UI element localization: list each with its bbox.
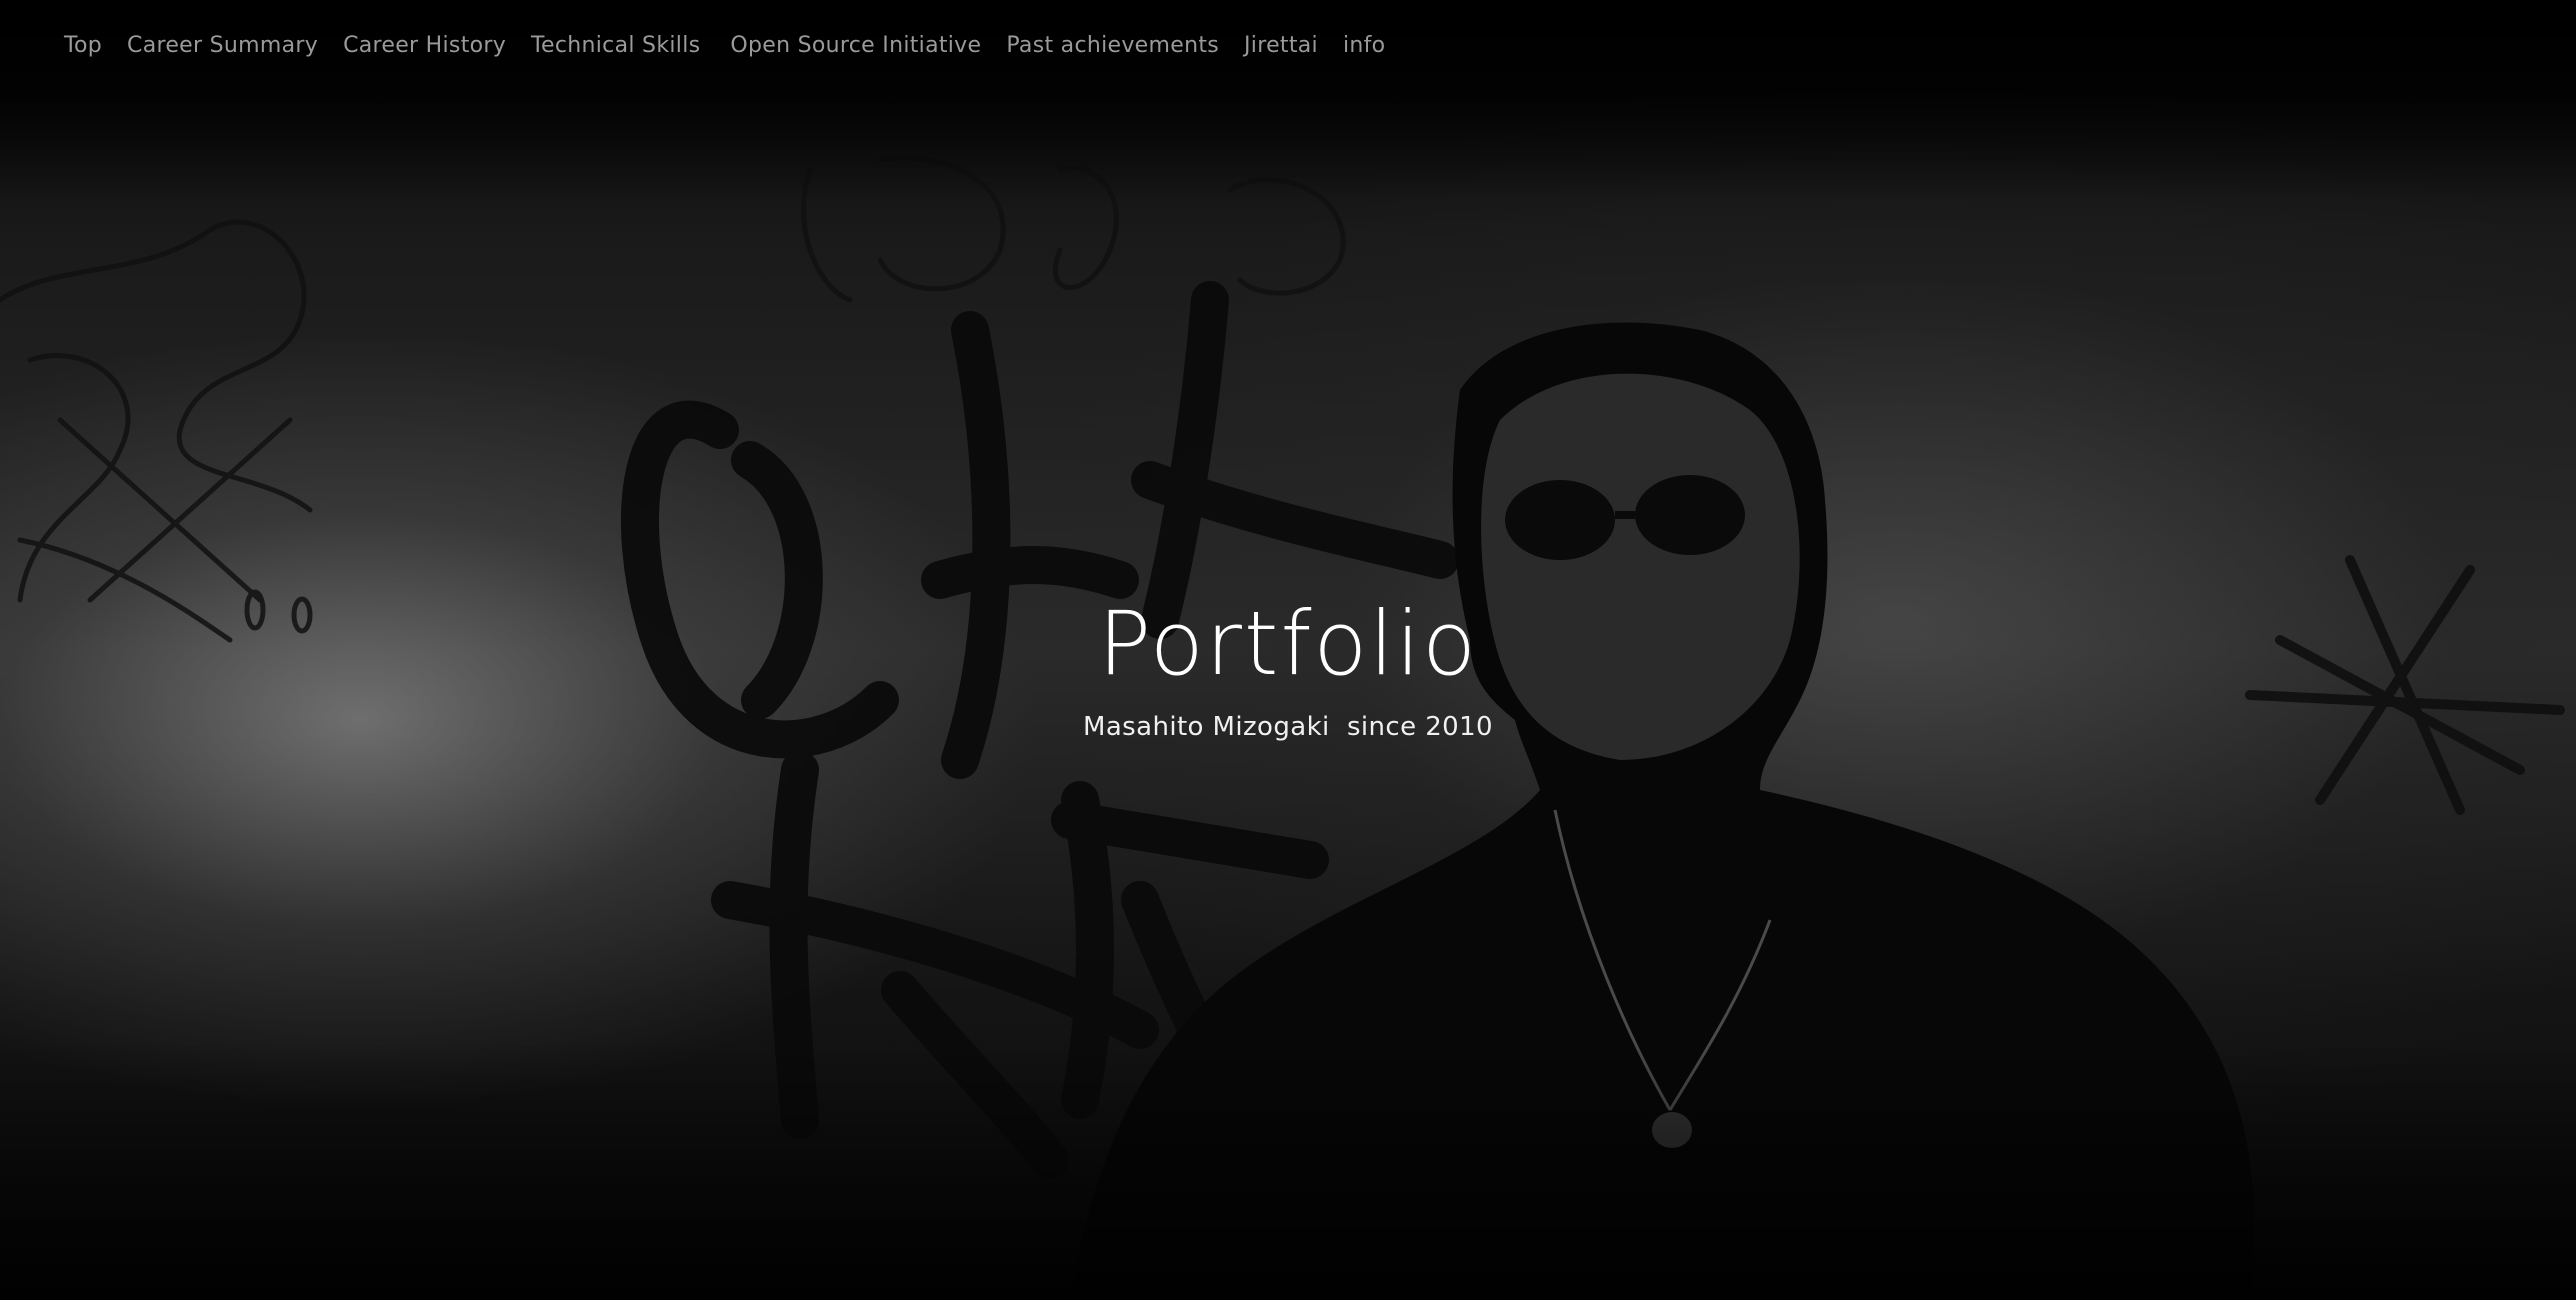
page-subtitle: Masahito Mizogaki since 2010: [1083, 712, 1493, 742]
bottom-gradient-overlay: [0, 1040, 2576, 1300]
page-title: Portfolio: [1097, 592, 1478, 695]
nav-link-info[interactable]: info: [1343, 33, 1385, 58]
top-navigation: Top Career Summary Career History Techni…: [64, 28, 1410, 62]
nav-link-open-source-initiative[interactable]: Open Source Initiative: [730, 33, 981, 58]
nav-link-career-summary[interactable]: Career Summary: [127, 33, 318, 58]
nav-link-past-achievements[interactable]: Past achievements: [1006, 33, 1219, 58]
hero-section: Top Career Summary Career History Techni…: [0, 0, 2576, 1300]
nav-link-technical-skills[interactable]: Technical Skills: [531, 33, 700, 58]
hero-heading-block: Portfolio Masahito Mizogaki since 2010: [0, 592, 2576, 743]
nav-link-career-history[interactable]: Career History: [343, 33, 506, 58]
nav-link-jirettai[interactable]: Jirettai: [1244, 33, 1318, 58]
nav-link-top[interactable]: Top: [64, 33, 102, 58]
